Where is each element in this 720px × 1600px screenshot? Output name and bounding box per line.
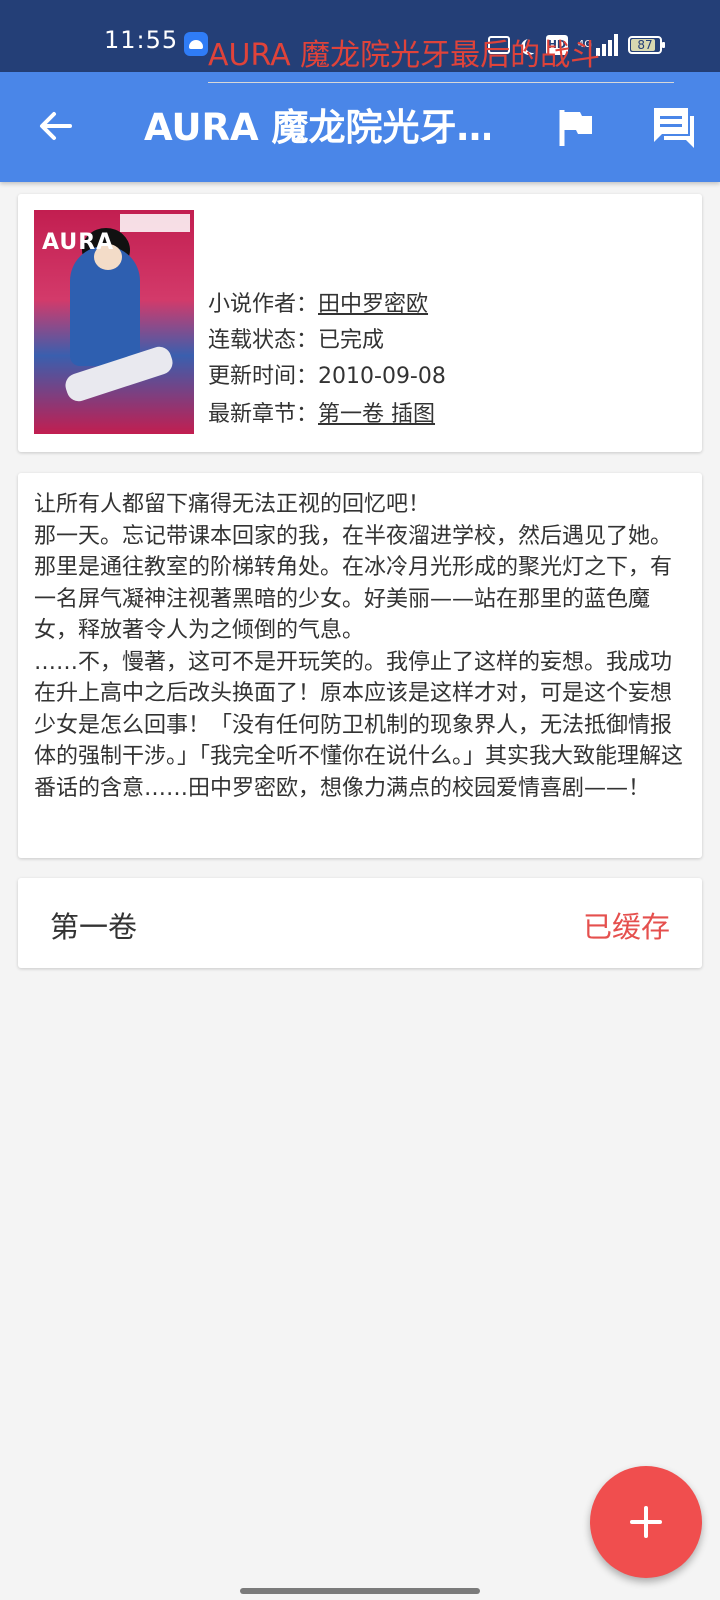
volume-item[interactable]: 第一卷 已缓存 [18,878,702,968]
author-row: 小说作者：田中罗密欧 [208,290,428,320]
updated-label: 更新时间： [208,364,319,389]
android-icon [184,32,208,56]
page-title: AURA 魔龙院光牙… [144,106,490,149]
add-button[interactable] [590,1466,702,1578]
author-link[interactable]: 田中罗密欧 [318,292,428,317]
volume-name: 第一卷 [50,910,138,944]
updated-row: 更新时间：2010-09-08 [208,362,446,392]
description-card: 让所有人都留下痛得无法正视的回忆吧！ 那一天。忘记带课本回家的我，在半夜溜进学校… [18,473,702,858]
book-description: 让所有人都留下痛得无法正视的回忆吧！ 那一天。忘记带课本回家的我，在半夜溜进学校… [34,492,684,801]
volume-cache-status: 已缓存 [582,910,670,944]
comment-icon [654,108,694,148]
cover-title: AURA [42,230,115,255]
latest-chapter-label: 最新章节： [208,402,319,427]
report-button[interactable] [556,106,596,150]
status-value: 已完成 [318,328,385,353]
book-cover-image[interactable]: AURA [34,210,194,434]
latest-chapter-row: 最新章节：第一卷 插图 [208,400,435,430]
updated-value: 2010-09-08 [318,364,446,389]
comments-button[interactable] [650,104,696,150]
back-button[interactable] [34,104,78,148]
flag-icon [559,110,592,146]
app-bar: AURA 魔龙院光牙… [0,72,720,182]
status-label: 连载状态： [208,328,319,353]
status-time: 11:55 [104,26,179,54]
arrow-left-icon [40,112,72,140]
book-title: AURA 魔龙院光牙最后的战斗 [208,36,674,83]
author-label: 小说作者： [208,292,319,317]
latest-chapter-link[interactable]: 第一卷 插图 [318,402,435,427]
status-row: 连载状态：已完成 [208,326,384,356]
home-indicator[interactable] [240,1588,480,1594]
